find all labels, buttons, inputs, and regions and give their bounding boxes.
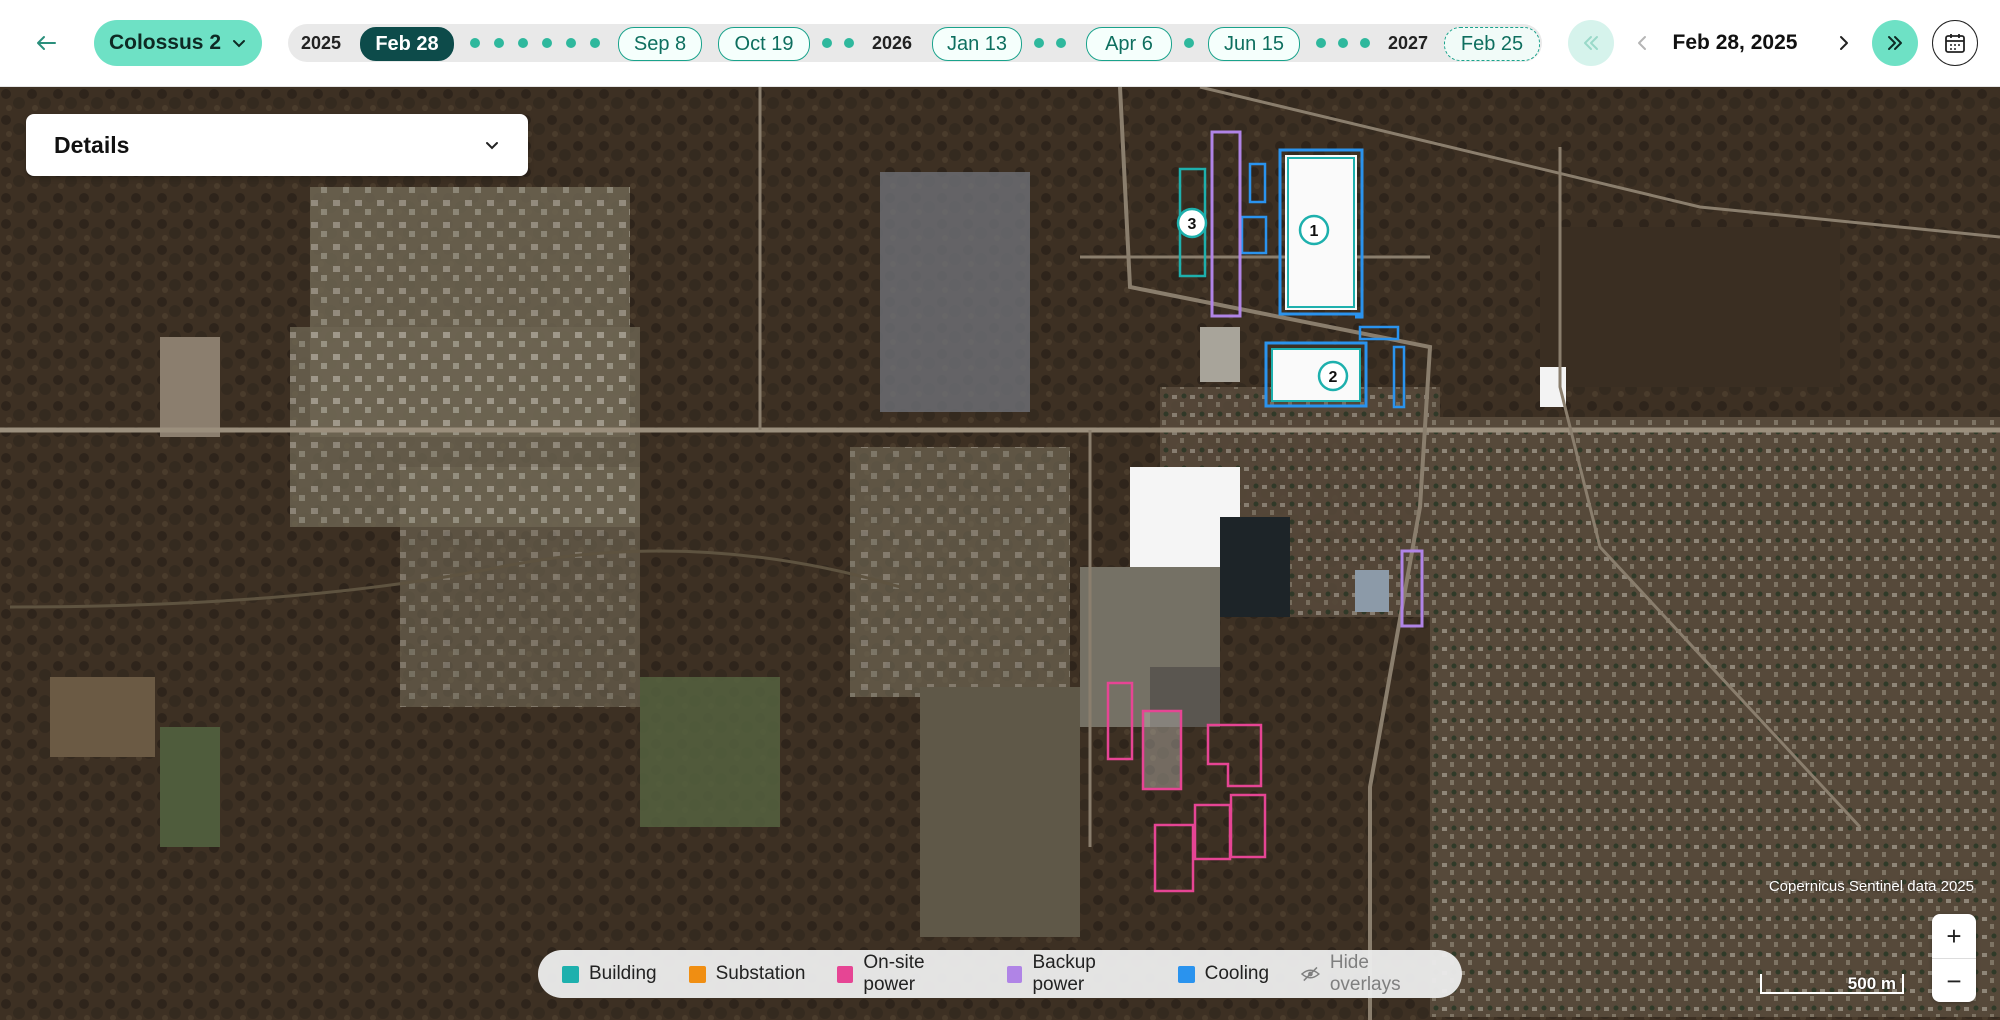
- map-legend: Building Substation On-site power Backup…: [538, 950, 1462, 998]
- site-selector[interactable]: Colossus 2: [94, 20, 262, 66]
- timeline-date-sep-8[interactable]: Sep 8: [618, 27, 702, 61]
- onsite-power-swatch: [837, 965, 854, 983]
- industrial-lot: [880, 172, 1030, 412]
- legend-onsite-power-label: On-site power: [863, 952, 925, 995]
- timeline-dot[interactable]: [1034, 38, 1044, 48]
- timeline-year-2027: 2027: [1388, 32, 1429, 53]
- timeline-dot[interactable]: [1338, 38, 1348, 48]
- field: [50, 677, 155, 757]
- marker-1-label: 1: [1310, 223, 1319, 240]
- solar-field: [1220, 517, 1290, 617]
- timeline-date-jun-15[interactable]: Jun 15: [1208, 27, 1300, 61]
- marker-1[interactable]: 1: [1298, 214, 1330, 246]
- field: [640, 677, 780, 827]
- timeline-dot[interactable]: [566, 38, 576, 48]
- jump-start-button[interactable]: [1568, 20, 1614, 66]
- residential-area: [850, 447, 1070, 697]
- field: [160, 337, 220, 437]
- timeline-dot[interactable]: [1184, 38, 1194, 48]
- timeline-year-2025: 2025: [301, 32, 342, 53]
- jump-end-button[interactable]: [1872, 20, 1918, 66]
- timeline-date-apr-6[interactable]: Apr 6: [1086, 27, 1172, 61]
- building-roof: [1200, 327, 1240, 382]
- chevron-left-icon: [1638, 36, 1646, 50]
- chevron-right-icon: [1840, 36, 1848, 50]
- building-roof: [1355, 570, 1389, 612]
- legend-substation-label: Substation: [715, 963, 806, 984]
- legend-cooling[interactable]: Cooling: [1177, 963, 1270, 985]
- zoom-in-button[interactable]: +: [1932, 914, 1976, 959]
- generator-site: [1143, 711, 1181, 789]
- double-chevron-left-icon: [1584, 36, 1598, 50]
- forest-patch: [1540, 227, 1840, 387]
- chevron-down-icon: [233, 40, 246, 48]
- hide-overlays-label: Hide overlays: [1329, 952, 1401, 995]
- timeline-year-2026: 2026: [872, 32, 913, 53]
- marker-2[interactable]: 2: [1317, 360, 1349, 392]
- details-panel-toggle[interactable]: Details: [26, 114, 528, 176]
- chevron-down-icon: [486, 142, 498, 150]
- arrow-left-icon: [37, 36, 56, 50]
- timeline-dot[interactable]: [844, 38, 854, 48]
- hide-overlays-toggle[interactable]: Hide overlays: [1301, 952, 1438, 996]
- satellite-map[interactable]: 1 2 3: [0, 87, 2000, 1020]
- legend-cooling-label: Cooling: [1204, 963, 1270, 984]
- scale-bar: 500 m: [1760, 974, 1904, 994]
- field: [920, 687, 1080, 937]
- marker-2-label: 2: [1329, 369, 1338, 386]
- marker-3[interactable]: 3: [1176, 207, 1208, 239]
- marker-3-label: 3: [1188, 216, 1197, 233]
- timeline: 2025 Feb 28 Sep 8 Oct 19 2026 Jan 13 Apr…: [288, 24, 1542, 62]
- timeline-date-feb-28[interactable]: Feb 28: [360, 27, 454, 61]
- building-swatch: [562, 965, 579, 983]
- map-canvas: 1 2 3: [0, 87, 2000, 1020]
- legend-backup-power-label: Backup power: [1032, 952, 1096, 995]
- timeline-date-oct-19[interactable]: Oct 19: [718, 27, 810, 61]
- cooling-swatch: [1177, 965, 1195, 983]
- timeline-dot[interactable]: [822, 38, 832, 48]
- timeline-dot[interactable]: [518, 38, 528, 48]
- map-attribution: Copernicus Sentinel data 2025: [1768, 878, 1974, 895]
- zoom-out-button[interactable]: −: [1932, 959, 1976, 1002]
- eye-off-icon: [1301, 966, 1320, 982]
- calendar-button[interactable]: [1932, 20, 1978, 66]
- previous-date-button[interactable]: [1624, 25, 1660, 61]
- timeline-date-jan-13[interactable]: Jan 13: [932, 27, 1022, 61]
- legend-backup-power[interactable]: Backup power: [1006, 952, 1146, 996]
- current-date: Feb 28, 2025: [1672, 31, 1798, 54]
- timeline-dot[interactable]: [542, 38, 552, 48]
- details-label: Details: [54, 131, 130, 158]
- site-name: Colossus 2: [108, 31, 222, 54]
- field: [160, 727, 220, 847]
- calendar-icon: [1945, 34, 1965, 53]
- back-button[interactable]: [28, 25, 64, 61]
- top-bar: Colossus 2 2025 Feb 28 Sep 8 Oct 19 2026…: [0, 0, 2000, 87]
- timeline-dot[interactable]: [1056, 38, 1066, 48]
- legend-substation[interactable]: Substation: [688, 963, 806, 985]
- timeline-dot[interactable]: [1360, 38, 1370, 48]
- town-area: [1430, 417, 2000, 1017]
- next-date-button[interactable]: [1826, 25, 1862, 61]
- legend-building-label: Building: [589, 963, 657, 984]
- backup-power-swatch: [1006, 965, 1023, 983]
- timeline-date-feb-25[interactable]: Feb 25: [1444, 27, 1540, 61]
- residential-area: [400, 467, 640, 707]
- scale-label: 500 m: [1847, 974, 1896, 993]
- zoom-controls: + −: [1932, 914, 1976, 1002]
- double-chevron-right-icon: [1888, 36, 1902, 50]
- substation-swatch: [688, 965, 706, 983]
- legend-building[interactable]: Building: [562, 963, 657, 985]
- timeline-dot[interactable]: [1316, 38, 1326, 48]
- timeline-dot[interactable]: [590, 38, 600, 48]
- timeline-dot[interactable]: [494, 38, 504, 48]
- timeline-dot[interactable]: [470, 38, 480, 48]
- legend-onsite-power[interactable]: On-site power: [837, 952, 974, 996]
